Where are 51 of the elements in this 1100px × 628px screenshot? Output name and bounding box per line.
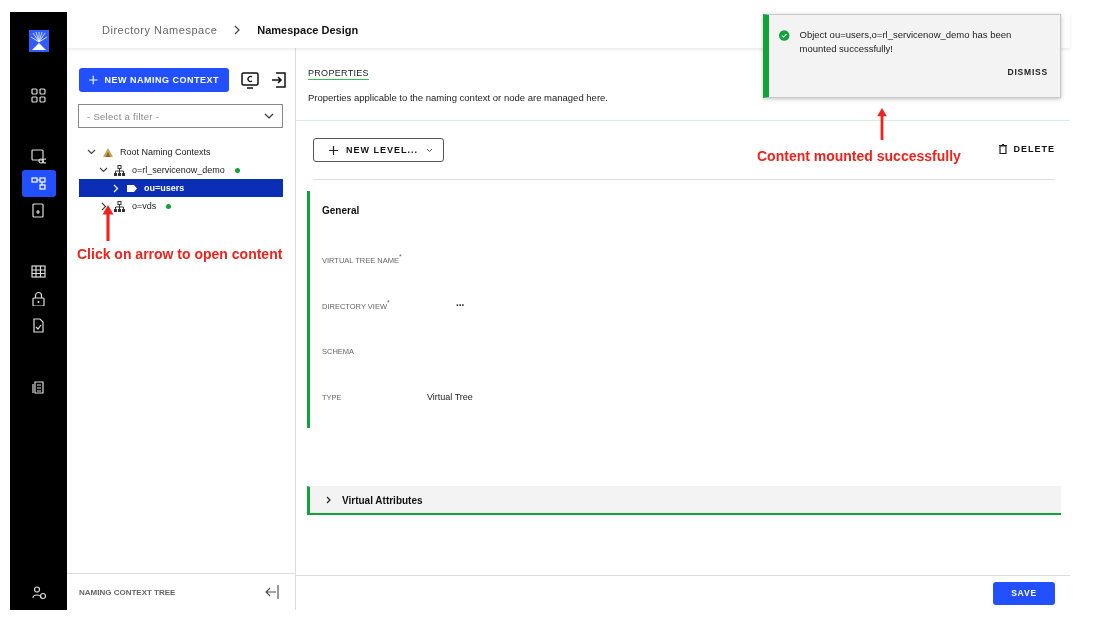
delete-button[interactable]: DELETE: [999, 144, 1055, 154]
chevron-right-icon: [233, 25, 242, 35]
logo-icon: [28, 30, 49, 52]
chevron-down-icon[interactable]: [87, 147, 96, 157]
collapse-panel-icon[interactable]: [265, 584, 279, 600]
server-icon: [31, 149, 46, 164]
toast-message: Object ou=users,o=rl_servicenow_demo has been mounted successfully!: [799, 28, 1013, 56]
user-settings-icon[interactable]: [31, 586, 46, 600]
properties-tab[interactable]: PROPERTIES: [308, 68, 369, 80]
pyramid-icon: [102, 146, 114, 158]
plus-icon: [89, 75, 98, 85]
more-button[interactable]: ...: [456, 296, 465, 308]
table-icon: [31, 264, 46, 279]
dashboard-icon: [31, 88, 46, 103]
monitor-refresh-icon[interactable]: [241, 71, 259, 89]
caret-icon: [426, 147, 433, 153]
panel-title: NAMING CONTEXT TREE: [79, 587, 176, 597]
breadcrumb-link[interactable]: Directory Namespace: [102, 24, 218, 36]
section-title: General: [322, 205, 361, 216]
chevron-right-icon[interactable]: [111, 183, 120, 193]
tree-item[interactable]: Root Naming Contexts: [79, 143, 283, 161]
dismiss-button[interactable]: DISMISS: [1007, 67, 1048, 77]
hierarchy-icon: [31, 176, 46, 191]
new-level-button[interactable]: NEW LEVEL...: [313, 138, 444, 162]
arrow: [100, 205, 116, 241]
hierarchy-nav-button[interactable]: [21, 170, 56, 197]
document-icon: [31, 203, 46, 218]
field-value: Virtual Tree: [427, 392, 473, 402]
success-icon: [779, 29, 790, 42]
hierarchy-icon: [114, 164, 126, 176]
filter-dropdown[interactable]: - Select a filter -: [78, 104, 283, 128]
plus-icon: [329, 145, 338, 155]
virtual-attributes-header[interactable]: Virtual Attributes: [307, 486, 1061, 515]
chevron-down-icon: [264, 113, 274, 119]
new-naming-context-button[interactable]: NEW NAMING CONTEXT: [79, 68, 229, 92]
breadcrumb-current: Namespace Design: [257, 24, 359, 36]
annotation-text: Content mounted successfully: [757, 148, 961, 164]
trash-icon: [999, 144, 1008, 154]
tree-item[interactable]: ou=users: [79, 179, 283, 197]
clipboard-list-icon: [31, 379, 46, 394]
file-check-icon: [31, 318, 46, 333]
import-icon[interactable]: [271, 72, 286, 88]
save-button[interactable]: SAVE: [993, 581, 1055, 605]
tree-item[interactable]: o=rl_servicenow_demo: [79, 161, 283, 179]
chevron-down-icon[interactable]: [99, 165, 108, 175]
annotation-text: Click on arrow to open content: [77, 246, 283, 262]
lock-icon: [31, 291, 46, 306]
description-text: Properties applicable to the naming context or node are managed here.: [308, 92, 609, 103]
chevron-right-icon[interactable]: [99, 201, 108, 211]
hierarchy-icon: [114, 200, 126, 212]
tag-icon: [126, 182, 138, 194]
